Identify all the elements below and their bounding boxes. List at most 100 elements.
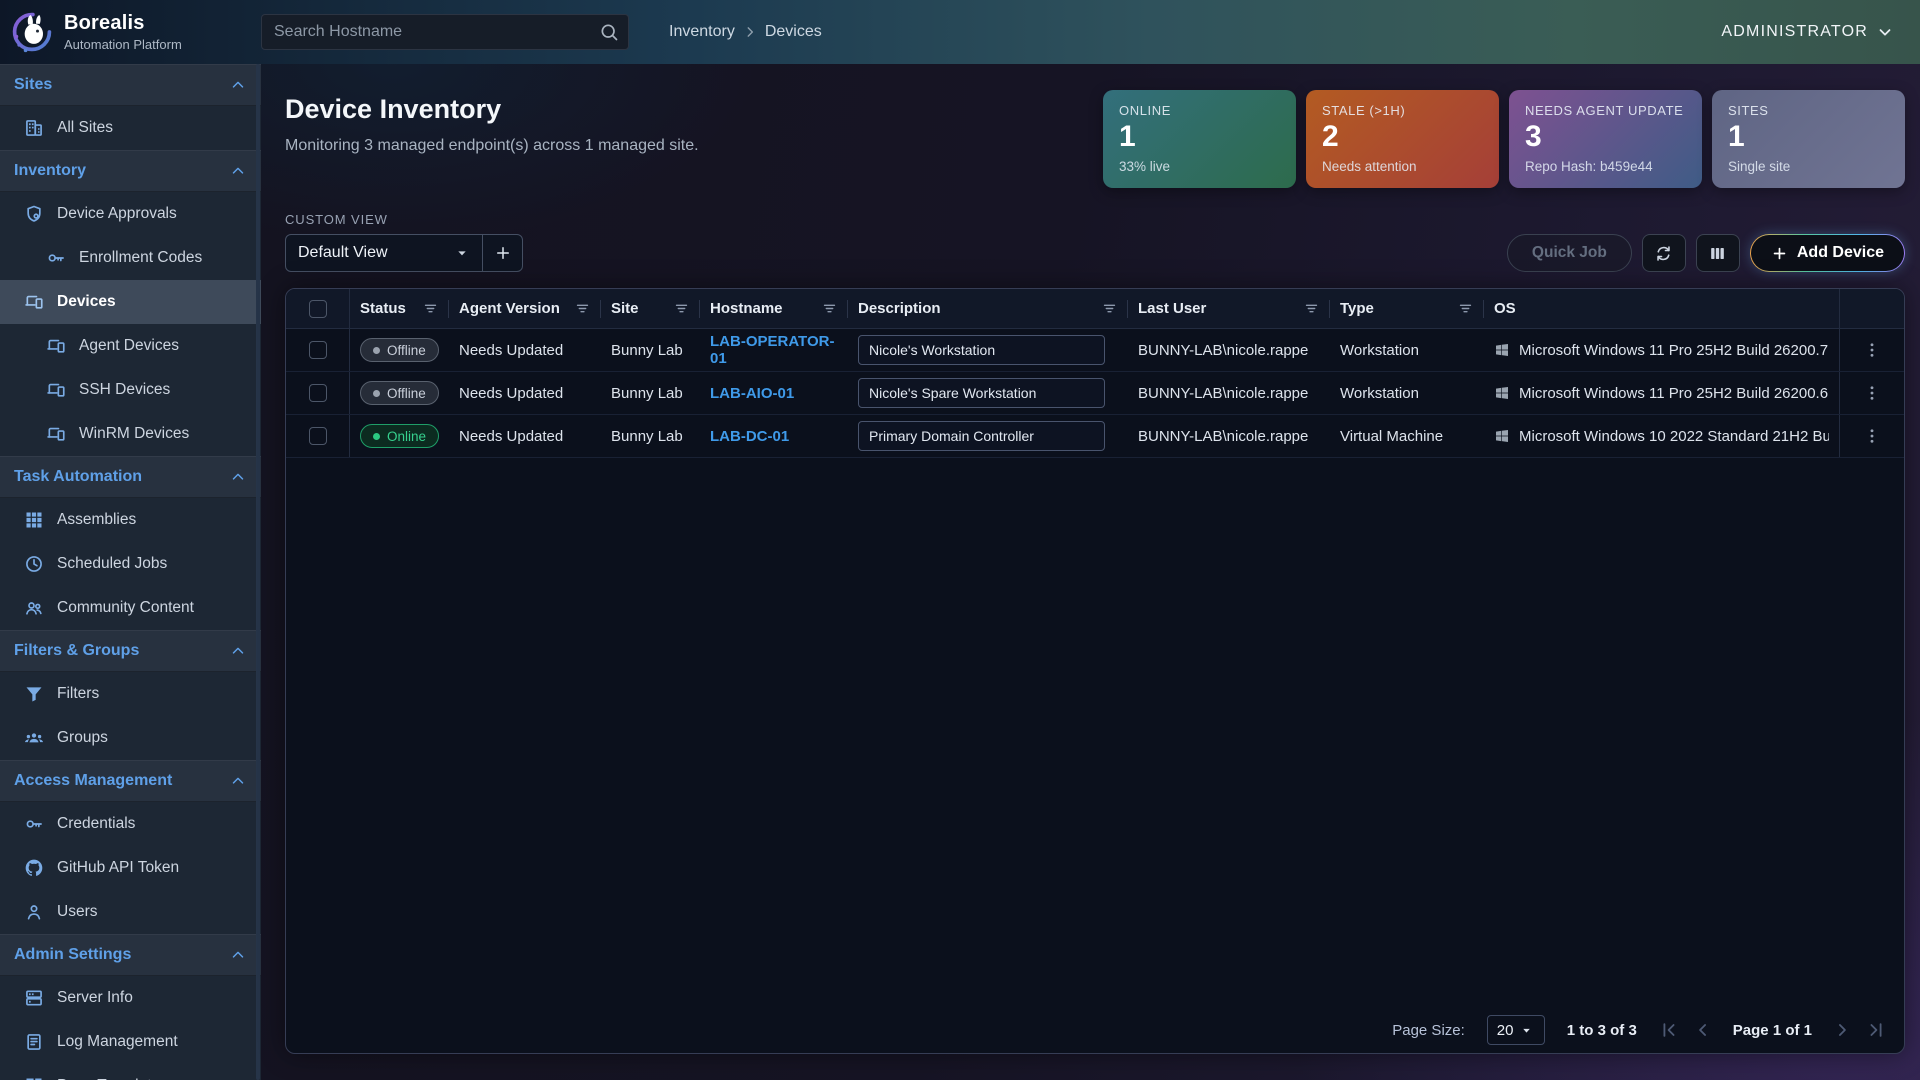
device-table-panel: Status Agent Version Site Hostname Descr… bbox=[285, 288, 1905, 1054]
table-row: Offline Needs Updated Bunny Lab LAB-AIO-… bbox=[286, 372, 1904, 415]
description-input[interactable] bbox=[858, 421, 1105, 451]
filter-lines-icon bbox=[821, 300, 838, 317]
page-indicator: Page 1 of 1 bbox=[1733, 1022, 1812, 1039]
row-checkbox[interactable] bbox=[309, 341, 327, 359]
dots-vertical-icon bbox=[1863, 384, 1881, 402]
column-header-agent-version[interactable]: Agent Version bbox=[449, 289, 601, 328]
agent-version-cell: Needs Updated bbox=[449, 329, 601, 371]
description-input[interactable] bbox=[858, 378, 1105, 408]
column-header-actions bbox=[1839, 289, 1904, 328]
next-page-icon[interactable] bbox=[1832, 1020, 1852, 1040]
select-all-checkbox[interactable] bbox=[309, 300, 327, 318]
column-header-site[interactable]: Site bbox=[601, 289, 700, 328]
sidebar-section-sites[interactable]: Sites bbox=[0, 64, 261, 106]
refresh-button[interactable] bbox=[1642, 234, 1686, 272]
page-size-select[interactable]: 20 bbox=[1487, 1015, 1545, 1045]
chevron-up-icon bbox=[229, 76, 247, 94]
add-view-button[interactable] bbox=[482, 235, 522, 271]
sidebar-section-access-management[interactable]: Access Management bbox=[0, 760, 261, 802]
pagination-bar: Page Size: 20 1 to 3 of 3 Page 1 of 1 bbox=[286, 1007, 1904, 1053]
status-badge: Offline bbox=[360, 338, 439, 362]
column-header-os[interactable]: OS bbox=[1484, 289, 1839, 328]
sidebar: Sites All Sites Inventory Device Approva… bbox=[0, 64, 261, 1080]
key-icon bbox=[46, 248, 66, 268]
quick-job-button[interactable]: Quick Job bbox=[1507, 234, 1632, 272]
key-icon bbox=[24, 814, 44, 834]
chevron-up-icon bbox=[229, 162, 247, 180]
row-menu-button[interactable] bbox=[1858, 379, 1886, 407]
column-header-last-user[interactable]: Last User bbox=[1128, 289, 1330, 328]
page-size-value: 20 bbox=[1497, 1022, 1514, 1039]
sidebar-section-inventory[interactable]: Inventory bbox=[0, 150, 261, 192]
site-cell: Bunny Lab bbox=[601, 329, 700, 371]
type-cell: Virtual Machine bbox=[1330, 415, 1484, 457]
windows-icon bbox=[1494, 385, 1510, 401]
sidebar-item-filters[interactable]: Filters bbox=[0, 672, 261, 716]
sidebar-item-credentials[interactable]: Credentials bbox=[0, 802, 261, 846]
os-cell: Microsoft Windows 11 Pro 25H2 Build 2620… bbox=[1519, 385, 1828, 402]
view-select-value: Default View bbox=[298, 244, 388, 262]
user-menu[interactable]: ADMINISTRATOR bbox=[1721, 23, 1894, 41]
caret-down-icon bbox=[454, 245, 470, 261]
row-menu-button[interactable] bbox=[1858, 422, 1886, 450]
prev-page-icon[interactable] bbox=[1693, 1020, 1713, 1040]
filter-lines-icon bbox=[673, 300, 690, 317]
sidebar-item-github-api-token[interactable]: GitHub API Token bbox=[0, 846, 261, 890]
sidebar-item-enrollment-codes[interactable]: Enrollment Codes bbox=[0, 236, 261, 280]
sidebar-section-task-automation[interactable]: Task Automation bbox=[0, 456, 261, 498]
column-header-status[interactable]: Status bbox=[350, 289, 449, 328]
hostname-link[interactable]: LAB-AIO-01 bbox=[710, 385, 794, 402]
column-header-hostname[interactable]: Hostname bbox=[700, 289, 848, 328]
devices-icon bbox=[24, 292, 44, 312]
view-select[interactable]: Default View bbox=[286, 235, 482, 271]
columns-button[interactable] bbox=[1696, 234, 1740, 272]
sidebar-item-users[interactable]: Users bbox=[0, 890, 261, 934]
sidebar-section-admin-settings[interactable]: Admin Settings bbox=[0, 934, 261, 976]
sidebar-item-community-content[interactable]: Community Content bbox=[0, 586, 261, 630]
grid-icon bbox=[24, 510, 44, 530]
sidebar-item-scheduled-jobs[interactable]: Scheduled Jobs bbox=[0, 542, 261, 586]
sidebar-section-filters-groups[interactable]: Filters & Groups bbox=[0, 630, 261, 672]
hostname-link[interactable]: LAB-DC-01 bbox=[710, 428, 789, 445]
filter-lines-icon bbox=[1101, 300, 1118, 317]
hostname-link[interactable]: LAB-OPERATOR-01 bbox=[710, 333, 838, 367]
table-row: Online Needs Updated Bunny Lab LAB-DC-01… bbox=[286, 415, 1904, 458]
sidebar-item-devices[interactable]: Devices bbox=[0, 280, 261, 324]
sidebar-item-ssh-devices[interactable]: SSH Devices bbox=[0, 368, 261, 412]
site-cell: Bunny Lab bbox=[601, 415, 700, 457]
sidebar-item-server-info[interactable]: Server Info bbox=[0, 976, 261, 1020]
sidebar-item-agent-devices[interactable]: Agent Devices bbox=[0, 324, 261, 368]
row-menu-button[interactable] bbox=[1858, 336, 1886, 364]
sidebar-item-device-approvals[interactable]: Device Approvals bbox=[0, 192, 261, 236]
sidebar-item-all-sites[interactable]: All Sites bbox=[0, 106, 261, 150]
brand-name: Borealis bbox=[64, 12, 182, 35]
stat-cards: ONLINE 1 33% live STALE (>1H) 2 Needs at… bbox=[1103, 90, 1905, 188]
row-checkbox[interactable] bbox=[309, 427, 327, 445]
column-header-description[interactable]: Description bbox=[848, 289, 1128, 328]
breadcrumb-inventory[interactable]: Inventory bbox=[669, 23, 735, 41]
search-input[interactable] bbox=[261, 14, 629, 50]
sidebar-item-assemblies[interactable]: Assemblies bbox=[0, 498, 261, 542]
page-size-label: Page Size: bbox=[1392, 1022, 1465, 1039]
first-page-icon[interactable] bbox=[1659, 1020, 1679, 1040]
sidebar-item-winrm-devices[interactable]: WinRM Devices bbox=[0, 412, 261, 456]
stat-card-stale-1h: STALE (>1H) 2 Needs attention bbox=[1306, 90, 1499, 188]
sidebar-scrollbar[interactable] bbox=[256, 64, 260, 1080]
description-input[interactable] bbox=[858, 335, 1105, 365]
sidebar-item-log-management[interactable]: Log Management bbox=[0, 1020, 261, 1064]
sidebar-item-page-template[interactable]: Page Template bbox=[0, 1064, 261, 1080]
user-menu-label: ADMINISTRATOR bbox=[1721, 23, 1868, 41]
breadcrumb-devices[interactable]: Devices bbox=[765, 23, 822, 41]
search-box bbox=[261, 14, 629, 50]
table-row: Offline Needs Updated Bunny Lab LAB-OPER… bbox=[286, 329, 1904, 372]
column-header-type[interactable]: Type bbox=[1330, 289, 1484, 328]
person-icon bbox=[24, 902, 44, 922]
add-device-button[interactable]: Add Device bbox=[1750, 234, 1905, 272]
last-page-icon[interactable] bbox=[1866, 1020, 1886, 1040]
row-checkbox[interactable] bbox=[309, 384, 327, 402]
sidebar-item-groups[interactable]: Groups bbox=[0, 716, 261, 760]
github-icon bbox=[24, 858, 44, 878]
table-body: Offline Needs Updated Bunny Lab LAB-OPER… bbox=[286, 329, 1904, 1007]
select-all-cell bbox=[286, 289, 350, 328]
brand: Borealis Automation Platform bbox=[0, 10, 261, 54]
